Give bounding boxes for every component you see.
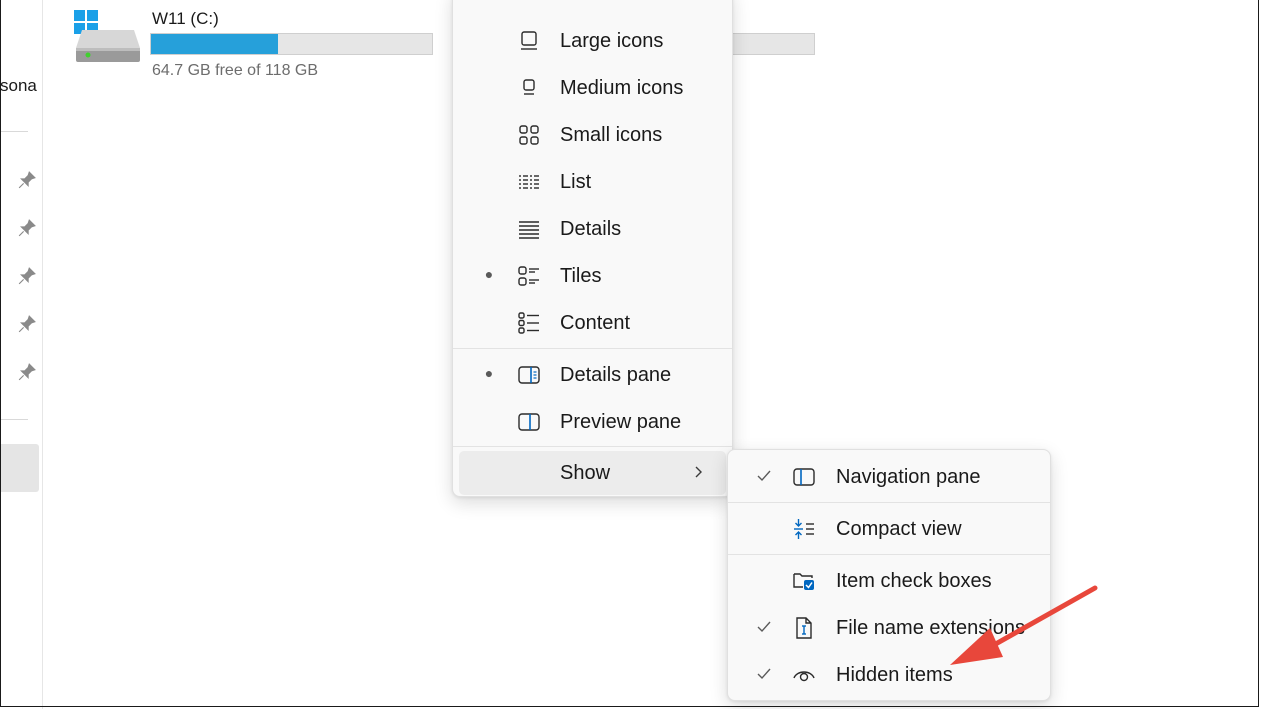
- window-border: [0, 0, 1259, 707]
